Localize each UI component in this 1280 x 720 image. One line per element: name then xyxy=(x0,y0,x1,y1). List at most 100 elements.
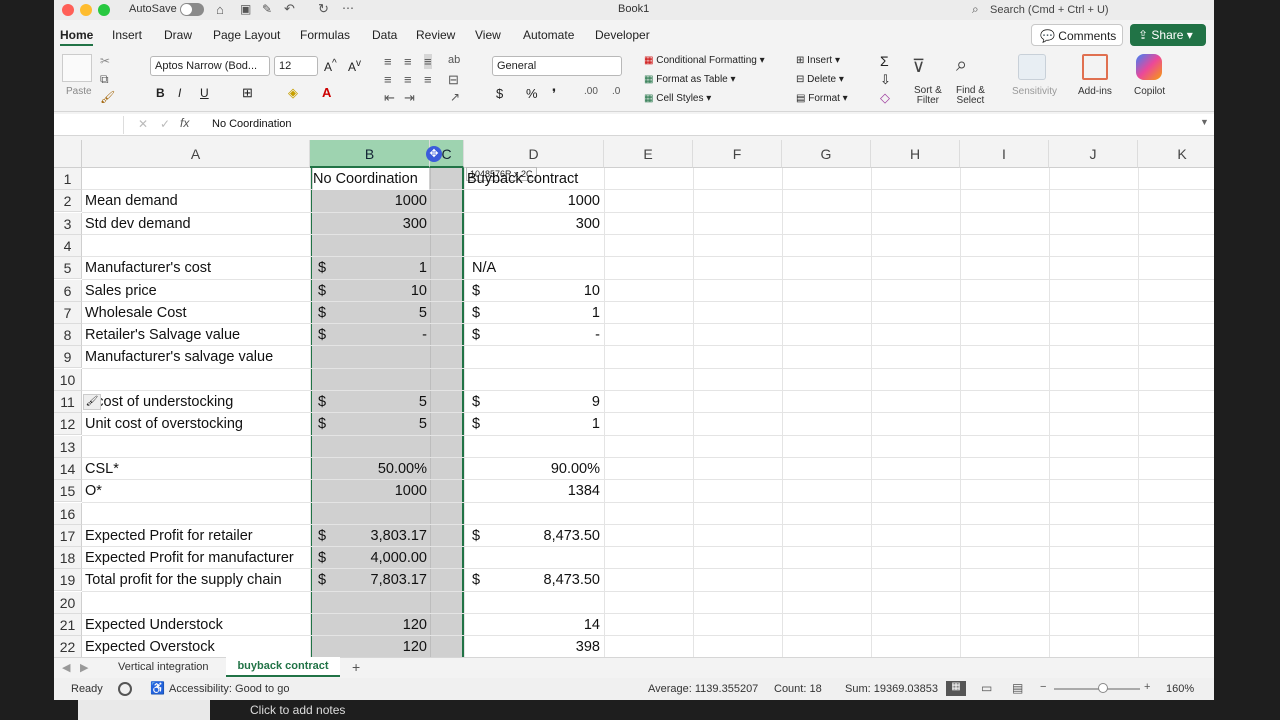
row-header[interactable]: 2 xyxy=(54,190,82,213)
decrease-font-icon[interactable]: Av xyxy=(348,58,361,74)
cell-d-value[interactable]: 1 xyxy=(464,302,600,324)
cell-d-value[interactable]: 398 xyxy=(464,636,600,657)
next-sheet-icon[interactable]: ▶ xyxy=(80,661,88,674)
cell-b-value[interactable]: 120 xyxy=(310,636,427,657)
cell-b-value[interactable]: 1000 xyxy=(310,480,427,502)
column-header-j[interactable]: J xyxy=(1049,140,1138,168)
cell-d-value[interactable]: 90.00% xyxy=(464,458,600,480)
comma-style-icon[interactable]: ❜ xyxy=(552,86,556,102)
row-header[interactable]: 21 xyxy=(54,614,82,636)
align-top-icon[interactable]: ≡ xyxy=(384,54,392,69)
comments-button[interactable]: 💬 Comments xyxy=(1031,24,1123,46)
find-select-icon[interactable]: ⌕ xyxy=(956,54,967,77)
row-header[interactable]: 4 xyxy=(54,234,82,257)
zoom-window-icon[interactable] xyxy=(98,4,110,16)
clear-icon[interactable]: ◇ xyxy=(880,90,890,106)
row-header[interactable]: 15 xyxy=(54,480,82,503)
copilot-label[interactable]: Copilot xyxy=(1134,86,1165,97)
cell-b-value[interactable]: 7,803.17 xyxy=(310,569,427,591)
tab-draw[interactable]: Draw xyxy=(164,28,192,42)
sheet-tab-buyback-contract[interactable]: buyback contract xyxy=(226,657,340,677)
cell-a[interactable]: Std dev demand xyxy=(85,213,191,235)
row-header[interactable]: 8 xyxy=(54,324,82,347)
formula-input[interactable]: No Coordination xyxy=(212,118,292,130)
minimize-window-icon[interactable] xyxy=(80,4,92,16)
increase-indent-icon[interactable]: ⇥ xyxy=(404,90,415,106)
cut-icon[interactable]: ✂ xyxy=(100,54,110,68)
cell-d-value[interactable] xyxy=(464,369,600,391)
column-header-a[interactable]: A xyxy=(82,140,310,168)
bold-icon[interactable]: B xyxy=(156,86,165,100)
row-header[interactable]: 18 xyxy=(54,547,82,570)
cell-d-value[interactable] xyxy=(464,547,600,569)
edit-icon[interactable]: ✎ xyxy=(262,2,272,16)
macro-record-icon[interactable] xyxy=(118,682,132,696)
cell-a[interactable]: it cost of understocking xyxy=(85,391,233,413)
row-header[interactable]: 16 xyxy=(54,502,82,525)
cell-a[interactable]: O* xyxy=(85,480,102,502)
cell-d-value[interactable]: 1384 xyxy=(464,480,600,502)
underline-icon[interactable]: U xyxy=(200,86,209,100)
cell-b-value[interactable]: 120 xyxy=(310,614,427,636)
zoom-slider-thumb[interactable] xyxy=(1098,683,1108,693)
column-header-f[interactable]: F xyxy=(693,140,782,168)
zoom-slider[interactable] xyxy=(1054,683,1140,693)
row-header[interactable]: 7 xyxy=(54,301,82,324)
column-header-i[interactable]: I xyxy=(960,140,1049,168)
row-header[interactable]: 22 xyxy=(54,636,82,657)
notes-placeholder[interactable]: Click to add notes xyxy=(250,703,345,717)
cell-d-value[interactable]: 300 xyxy=(464,213,600,235)
add-ins-icon[interactable] xyxy=(1082,54,1108,80)
copilot-icon[interactable] xyxy=(1136,54,1162,80)
cell-d-value[interactable] xyxy=(464,503,600,525)
paste-options-icon[interactable]: 🖌 xyxy=(83,394,101,410)
autosave-toggle[interactable] xyxy=(180,3,204,16)
row-header[interactable]: 6 xyxy=(54,279,82,302)
tab-insert[interactable]: Insert xyxy=(112,28,142,42)
cell-b-value[interactable]: 5 xyxy=(310,302,427,324)
tab-review[interactable]: Review xyxy=(416,28,455,42)
cell-a[interactable]: Manufacturer's salvage value xyxy=(85,346,273,368)
sort-filter-icon[interactable]: ⊽ xyxy=(912,56,925,77)
cell-a[interactable]: Sales price xyxy=(85,280,157,302)
increase-decimal-icon[interactable]: .00 xyxy=(584,86,598,97)
font-color-icon[interactable]: A xyxy=(322,85,331,100)
cell-d-value[interactable]: 1000 xyxy=(464,190,600,212)
accessibility-icon[interactable]: ♿ xyxy=(150,681,165,695)
redo-icon[interactable]: ↻ xyxy=(318,1,329,17)
tab-developer[interactable]: Developer xyxy=(595,28,650,42)
cell-d-value[interactable]: 9 xyxy=(464,391,600,413)
borders-icon[interactable]: ⊞ xyxy=(242,85,253,101)
orientation-icon[interactable]: ↗ xyxy=(450,90,460,104)
cell-a[interactable]: Expected Understock xyxy=(85,614,223,636)
cell-d-value[interactable] xyxy=(464,436,600,458)
italic-icon[interactable]: I xyxy=(178,86,181,100)
row-header[interactable]: 10 xyxy=(54,368,82,391)
column-header-e[interactable]: E xyxy=(604,140,693,168)
conditional-formatting-button[interactable]: ▦ Conditional Formatting ▾ xyxy=(644,55,765,66)
cell-b-value[interactable]: 10 xyxy=(310,280,427,302)
cell-a[interactable]: Retailer's Salvage value xyxy=(85,324,240,346)
row-header[interactable]: 1 xyxy=(54,168,82,190)
cell-a[interactable]: Expected Profit for retailer xyxy=(85,525,253,547)
wrap-text-icon[interactable]: ab xyxy=(448,54,460,66)
share-button[interactable]: ⇪ Share ▾ xyxy=(1130,24,1206,46)
normal-view-icon[interactable]: ▦ xyxy=(946,681,966,696)
cell-a[interactable]: Unit cost of overstocking xyxy=(85,413,243,435)
cell-b-value[interactable]: 50.00% xyxy=(310,458,427,480)
cell-a[interactable]: Expected Overstock xyxy=(85,636,215,657)
cell-d-value[interactable] xyxy=(464,257,600,279)
align-left-icon[interactable]: ≡ xyxy=(384,72,392,87)
column-header-k[interactable]: K xyxy=(1138,140,1214,168)
percent-icon[interactable]: % xyxy=(526,86,538,101)
row-header[interactable]: 17 xyxy=(54,524,82,547)
align-middle-icon[interactable]: ≡ xyxy=(404,54,412,69)
cell-b-value[interactable]: 300 xyxy=(310,213,427,235)
autosum-icon[interactable]: Σ xyxy=(880,53,889,69)
sensitivity-label[interactable]: Sensitivity xyxy=(1012,86,1057,97)
cell-a[interactable]: Wholesale Cost xyxy=(85,302,187,324)
cell-b-value[interactable] xyxy=(310,346,427,368)
search-input[interactable]: Search (Cmd + Ctrl + U) xyxy=(990,4,1109,16)
expand-formula-icon[interactable]: ▼ xyxy=(1200,117,1209,127)
sensitivity-icon[interactable] xyxy=(1018,54,1046,80)
